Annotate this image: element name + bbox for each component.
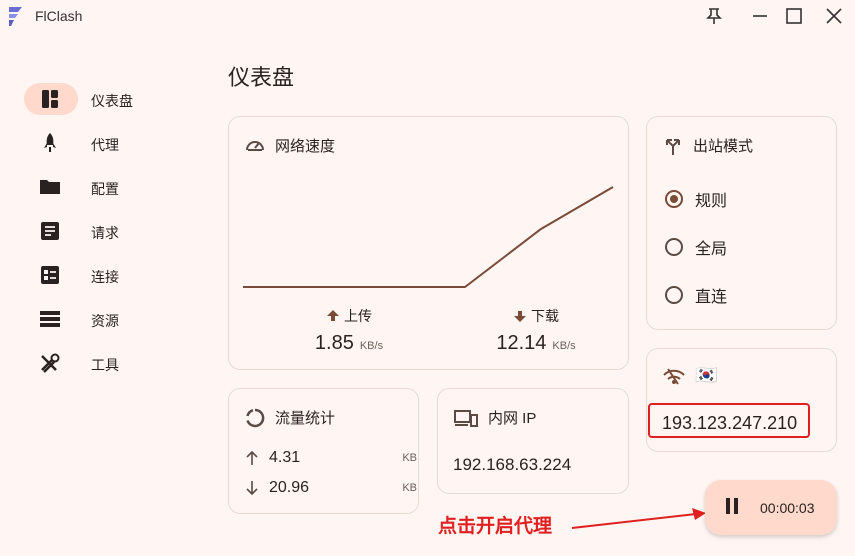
- traffic-stats-title: 流量统计: [275, 410, 336, 427]
- upload-unit: KB/s: [359, 340, 384, 352]
- pause-icon: [725, 498, 739, 516]
- download-label: 下载: [531, 308, 559, 324]
- country-flag-icon: 🇰🇷: [695, 365, 718, 386]
- request-icon: [41, 222, 59, 240]
- outbound-mode-title: 出站模式: [693, 138, 754, 155]
- pin-button[interactable]: [702, 4, 726, 28]
- sidebar-item-connections[interactable]: 连接: [24, 259, 174, 291]
- upload-value: 1.85: [314, 332, 354, 354]
- radio-checked-icon[interactable]: [665, 190, 683, 208]
- traffic-download-unit: KB: [402, 482, 417, 494]
- download-speed: 下载 12.14 KB/s: [486, 306, 586, 355]
- sidebar-item-label: 资源: [91, 313, 119, 329]
- dashboard-icon: [42, 90, 58, 108]
- upload-label: 上传: [344, 308, 372, 324]
- intranet-ip-value: 192.168.63.224: [453, 455, 572, 474]
- tools-icon: [41, 353, 60, 373]
- maximize-button[interactable]: [782, 4, 806, 28]
- network-speed-card: 网络速度 上传 1.85 KB/s 下载 12.14 KB/s: [228, 116, 629, 370]
- arrow-down-icon: [246, 481, 258, 496]
- highlight-box: [648, 403, 810, 438]
- maximize-icon: [786, 8, 802, 24]
- intranet-ip-title: 内网 IP: [488, 410, 537, 427]
- outbound-mode-card: 出站模式 规则 全局 直连: [646, 116, 837, 330]
- devices-icon: [454, 409, 478, 427]
- radio-unchecked-icon[interactable]: [665, 238, 683, 256]
- page-title: 仪表盘: [228, 65, 295, 90]
- pin-icon: [706, 8, 722, 24]
- traffic-upload-value: 4.31: [269, 449, 301, 466]
- traffic-upload-unit: KB: [402, 452, 417, 464]
- radio-unchecked-icon[interactable]: [665, 286, 683, 304]
- sidebar-item-label: 连接: [91, 269, 119, 285]
- intranet-ip-card: 内网 IP 192.168.63.224: [437, 388, 629, 494]
- traffic-upload-row: 4.31 KB: [245, 449, 417, 467]
- run-time: 00:00:03: [760, 500, 815, 516]
- app-title: FlClash: [35, 8, 83, 24]
- mode-option-rule[interactable]: 规则: [665, 187, 727, 211]
- route-icon: [666, 138, 680, 155]
- data-usage-icon: [246, 408, 265, 427]
- connections-icon: [41, 266, 59, 284]
- sidebar-item-requests[interactable]: 请求: [24, 215, 174, 247]
- sidebar-item-tools[interactable]: 工具: [24, 347, 174, 379]
- speed-line-chart: [243, 186, 614, 288]
- sidebar-item-label: 配置: [91, 181, 119, 197]
- arrow-up-icon: [246, 450, 258, 465]
- download-unit: KB/s: [552, 340, 576, 352]
- sidebar-item-label: 请求: [91, 225, 119, 241]
- rocket-icon: [44, 133, 56, 152]
- minimize-icon: [753, 15, 767, 17]
- sidebar-item-label: 仪表盘: [91, 93, 133, 109]
- start-stop-proxy-button[interactable]: 00:00:03: [705, 480, 837, 535]
- close-button[interactable]: [822, 4, 846, 28]
- download-icon: [514, 311, 526, 322]
- sidebar-item-label: 工具: [91, 357, 119, 373]
- mode-option-direct[interactable]: 直连: [665, 283, 727, 307]
- title-bar: FlClash: [0, 0, 855, 32]
- sidebar-item-dashboard[interactable]: 仪表盘: [24, 83, 174, 115]
- storage-icon: [40, 311, 60, 327]
- traffic-stats-card: 流量统计 4.31 KB 20.96 KB: [228, 388, 419, 514]
- minimize-button[interactable]: [748, 4, 772, 28]
- upload-icon: [327, 310, 339, 321]
- traffic-download-row: 20.96 KB: [245, 479, 417, 497]
- sidebar-item-resources[interactable]: 资源: [24, 303, 174, 335]
- folder-icon: [40, 180, 60, 194]
- annotation-arrow-icon: [571, 508, 706, 529]
- sidebar-item-config[interactable]: 配置: [24, 171, 174, 203]
- download-value: 12.14: [496, 332, 547, 354]
- speedometer-icon: [246, 140, 264, 151]
- close-icon: [826, 8, 842, 24]
- app-logo-icon: [9, 7, 22, 26]
- sidebar-item-proxy[interactable]: 代理: [24, 127, 174, 159]
- annotation-text: 点击开启代理: [438, 516, 553, 537]
- traffic-download-value: 20.96: [269, 479, 310, 496]
- sidebar-item-label: 代理: [91, 137, 119, 153]
- network-speed-title: 网络速度: [275, 138, 336, 155]
- mode-option-global[interactable]: 全局: [665, 235, 727, 259]
- network-signal-icon: [663, 368, 685, 385]
- upload-speed: 上传 1.85 KB/s: [299, 306, 399, 355]
